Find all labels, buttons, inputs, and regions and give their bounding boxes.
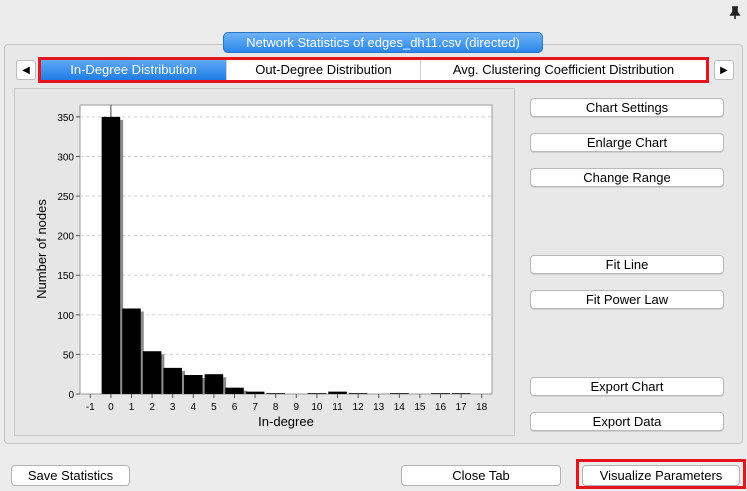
bar[interactable]: [307, 393, 327, 394]
tab-out-degree-distribution[interactable]: Out-Degree Distribution: [227, 60, 421, 80]
x-tick-label: 16: [435, 402, 447, 413]
bar[interactable]: [163, 367, 182, 394]
x-tick-label: 6: [232, 402, 238, 413]
y-tick-label: 300: [57, 152, 74, 163]
x-tick-label: 3: [170, 402, 176, 413]
enlarge-chart-button[interactable]: Enlarge Chart: [530, 133, 724, 152]
bar[interactable]: [348, 393, 368, 394]
x-tick-label: 2: [149, 402, 155, 413]
right-arrow-icon: ▶: [720, 64, 728, 76]
bar[interactable]: [245, 391, 265, 394]
bar[interactable]: [328, 391, 347, 394]
x-tick-label: -1: [86, 402, 95, 413]
tab-strip: In-Degree Distribution Out-Degree Distri…: [38, 57, 709, 83]
x-tick-label: 13: [373, 402, 385, 413]
bar[interactable]: [390, 393, 409, 394]
x-tick-label: 17: [456, 402, 468, 413]
export-data-button[interactable]: Export Data: [530, 412, 724, 431]
x-tick-label: 15: [414, 402, 426, 413]
y-tick-label: 50: [63, 350, 75, 361]
visualize-parameters-highlight: [576, 459, 746, 489]
bar[interactable]: [431, 393, 450, 394]
bar[interactable]: [142, 351, 162, 394]
x-tick-label: 7: [252, 402, 258, 413]
window-title: Network Statistics of edges_dh11.csv (di…: [223, 32, 543, 53]
y-tick-label: 350: [57, 113, 74, 124]
left-arrow-icon: ◀: [22, 64, 30, 76]
x-tick-label: 18: [476, 402, 488, 413]
x-tick-label: 1: [129, 402, 135, 413]
pin-icon[interactable]: [729, 6, 741, 20]
y-tick-label: 100: [57, 311, 74, 322]
fit-power-law-button[interactable]: Fit Power Law: [530, 290, 724, 309]
save-statistics-button[interactable]: Save Statistics: [11, 465, 130, 486]
x-tick-label: 8: [273, 402, 279, 413]
y-tick-label: 0: [68, 390, 74, 401]
fit-line-button[interactable]: Fit Line: [530, 255, 724, 274]
scroll-right-button[interactable]: ▶: [714, 60, 734, 80]
x-tick-label: 11: [332, 402, 343, 413]
bar[interactable]: [451, 393, 471, 394]
scroll-left-button[interactable]: ◀: [16, 60, 36, 80]
bar[interactable]: [266, 393, 285, 394]
x-axis-label: In-degree: [258, 414, 314, 429]
y-axis-label: Number of nodes: [34, 199, 49, 299]
bar[interactable]: [204, 374, 224, 394]
x-tick-label: 10: [311, 402, 323, 413]
bar[interactable]: [101, 116, 121, 394]
chart-settings-button[interactable]: Chart Settings: [530, 98, 724, 117]
x-tick-label: 0: [108, 402, 114, 413]
close-tab-button[interactable]: Close Tab: [401, 465, 561, 486]
tab-in-degree-distribution[interactable]: In-Degree Distribution: [41, 60, 227, 80]
bar[interactable]: [225, 387, 244, 394]
y-tick-label: 150: [57, 271, 74, 282]
x-tick-label: 9: [294, 402, 300, 413]
x-tick-label: 4: [191, 402, 197, 413]
x-tick-label: 14: [394, 402, 406, 413]
in-degree-chart[interactable]: 050100150200250300350-1 0 1 2 3 4 5 6 7 8 9 10 11 12 1…: [15, 89, 516, 437]
bar[interactable]: [184, 374, 203, 394]
change-range-button[interactable]: Change Range: [530, 168, 724, 187]
x-tick-label: 12: [353, 402, 365, 413]
export-chart-button[interactable]: Export Chart: [530, 377, 724, 396]
x-tick-label: 5: [211, 402, 217, 413]
bar[interactable]: [122, 308, 141, 394]
y-tick-label: 200: [57, 232, 74, 243]
chart-panel: 0 50 100 150 200 250 300 350 -1 0 1 2 3 4 5 6 7 8 9 10 11 12 1…: [14, 88, 515, 436]
tab-avg-clustering-coefficient-distribution[interactable]: Avg. Clustering Coefficient Distribution: [421, 60, 706, 80]
y-tick-label: 250: [57, 192, 74, 203]
